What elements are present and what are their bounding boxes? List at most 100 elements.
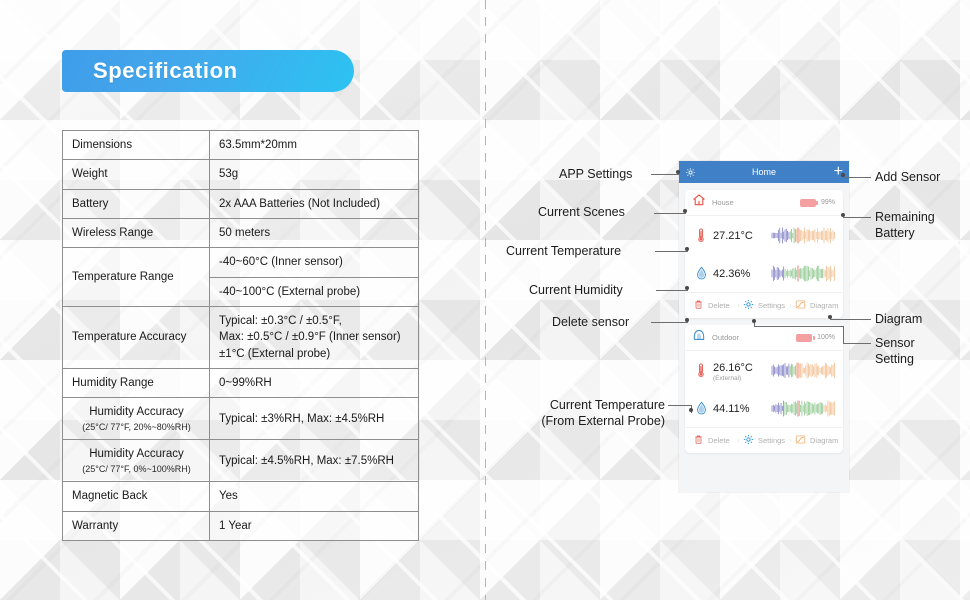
table-row: Magnetic Back Yes [62, 481, 419, 512]
spec-key-cell: Warranty [62, 510, 210, 542]
leader-sensor-setting-horizontal [754, 326, 844, 327]
spec-value-cell: 0~99%RH [209, 367, 419, 399]
table-row: Humidity Range 0~99%RH [62, 367, 419, 399]
spec-key-label: Humidity Accuracy [89, 448, 184, 461]
humidity-value-wrap: 44.11% [713, 399, 771, 417]
action-label: Settings [757, 436, 786, 445]
callout-line-2: Setting [875, 352, 914, 367]
spec-value-line: -40~60°C (Inner sensor) [219, 256, 343, 269]
spec-value-line: 63.5mm*20mm [219, 139, 297, 151]
spec-value-line: Typical: ±3%RH, Max: ±4.5%RH [219, 412, 385, 425]
reading-waveform [771, 362, 835, 378]
house-icon [692, 193, 706, 212]
humidity-value-wrap: 42.36% [713, 264, 771, 282]
leader-current-temperature [655, 251, 688, 252]
temperature-value: 26.16°C [713, 362, 753, 374]
spec-value-line: ±1°C (External probe) [219, 347, 331, 360]
spec-key-label: Temperature Range [72, 270, 174, 283]
droplet-icon [693, 266, 709, 280]
sensor-card-actions: Delete Settings Diagram [685, 292, 843, 318]
temperature-reading-row: 26.16°C (External) [685, 351, 843, 389]
delete-button[interactable]: Delete [685, 299, 738, 312]
spec-key-label: Wireless Range [72, 226, 154, 239]
spec-value-line: 0~99%RH [219, 376, 272, 389]
spec-value-cell: -40~60°C (Inner sensor) [209, 247, 419, 278]
plus-icon[interactable]: + [834, 164, 843, 180]
table-row: Temperature Accuracy Typical: ±0.3°C / ±0… [62, 305, 419, 369]
reading-waveform [771, 265, 835, 281]
spec-key-cell: Humidity Accuracy (25°C/ 77°F, 0%~100%RH) [62, 439, 210, 483]
leader-delete-sensor [651, 322, 688, 323]
spec-key-cell: Temperature Range [62, 247, 210, 307]
sensor-card: House 99% 27.21°C 42.36% Delete Settings Diagr… [685, 190, 843, 318]
spec-key-cell: Battery [62, 188, 210, 219]
spec-value-cell: 2x AAA Batteries (Not Included) [209, 188, 419, 219]
spec-value-line: 2x AAA Batteries (Not Included) [219, 197, 381, 210]
leader-stem [843, 326, 844, 344]
leader-remaining-battery [843, 217, 871, 218]
table-row: Wireless Range 50 meters [62, 217, 419, 249]
spec-key-cell: Humidity Accuracy (25°C/ 77°F, 20%~80%RH) [62, 397, 210, 441]
diagram-button[interactable]: Diagram [790, 434, 843, 447]
callout-remaining-battery: Remaining Battery [875, 209, 935, 242]
settings-button[interactable]: Settings [737, 299, 791, 312]
spec-value-line: Typical: ±0.3°C / ±0.5°F, [219, 314, 342, 327]
spec-value-cell: Typical: ±3%RH, Max: ±4.5%RH [209, 397, 419, 441]
battery-indicator: 100% [796, 333, 835, 342]
callout-line-1: Remaining [875, 210, 935, 224]
vertical-dashed-divider [485, 0, 486, 600]
spec-key-cell: Wireless Range [62, 217, 210, 249]
temperature-source-label: (External) [713, 375, 742, 382]
spec-key-cell: Dimensions [62, 129, 210, 161]
spec-key-label: Dimensions [72, 139, 133, 151]
leader-diagram [830, 319, 871, 320]
action-label: Delete [707, 301, 730, 310]
callout-line-2: Battery [875, 226, 915, 241]
table-row: Warranty 1 Year [62, 510, 419, 542]
spec-value-cell: Typical: ±4.5%RH, Max: ±7.5%RH [209, 439, 419, 483]
table-row: Weight 53g [62, 159, 419, 190]
callout-app-settings: APP Settings [559, 167, 633, 181]
droplet-icon [693, 401, 709, 415]
temperature-value-wrap: 26.16°C (External) [713, 358, 771, 382]
spec-key-cell: Weight [62, 159, 210, 190]
temperature-value-wrap: 27.21°C [713, 226, 771, 244]
diagram-button[interactable]: Diagram [790, 299, 843, 312]
callout-current-temperature: Current Temperature [506, 244, 622, 258]
scene-name: Outdoor [712, 333, 740, 342]
spec-value-line: Max: ±0.5°C / ±0.9°F (Inner sensor) [219, 331, 401, 344]
leader-dot [689, 408, 693, 412]
callout-line-1: Sensor [875, 336, 915, 350]
spec-value-cell: -40~100°C (External probe) [209, 276, 419, 307]
callout-current-scenes: Current Scenes [538, 205, 625, 219]
gear-icon[interactable] [685, 167, 696, 178]
reading-waveform [771, 227, 835, 243]
spec-key-sublabel: (25°C/ 77°F, 0%~100%RH) [82, 463, 191, 474]
gear-icon [743, 434, 754, 447]
spec-key-label: Magnetic Back [72, 490, 148, 503]
settings-button[interactable]: Settings [737, 434, 791, 447]
thermometer-icon [693, 228, 709, 243]
spec-key-cell: Magnetic Back [62, 481, 210, 512]
callout-external-probe-temperature: Current Temperature (From External Probe… [505, 397, 665, 430]
humidity-reading-row: 44.11% [685, 389, 843, 427]
table-row: Dimensions 63.5mm*20mm [62, 129, 419, 161]
spec-value-line: 50 meters [219, 226, 271, 239]
temperature-reading-row: 27.21°C [685, 216, 843, 254]
leader-current-scenes [654, 213, 686, 214]
humidity-value: 44.11% [713, 403, 750, 415]
battery-indicator: 99% [799, 198, 835, 207]
leader-app-settings [651, 174, 679, 175]
sensor-card-header: House 99% [685, 190, 843, 216]
spec-value-line: -40~100°C (External probe) [219, 285, 361, 298]
spec-key-label: Humidity Accuracy [89, 406, 184, 419]
action-label: Delete [707, 436, 730, 445]
chart-icon [795, 434, 806, 447]
spec-value-line: Yes [219, 490, 238, 503]
spec-key-label: Warranty [72, 519, 119, 532]
callout-diagram: Diagram [875, 312, 923, 326]
callout-add-sensor: Add Sensor [875, 170, 941, 184]
specification-table: Dimensions 63.5mm*20mm Weight 53g Battery 2x … [62, 129, 419, 542]
temperature-value: 27.21°C [713, 230, 753, 242]
delete-button[interactable]: Delete [685, 434, 738, 447]
